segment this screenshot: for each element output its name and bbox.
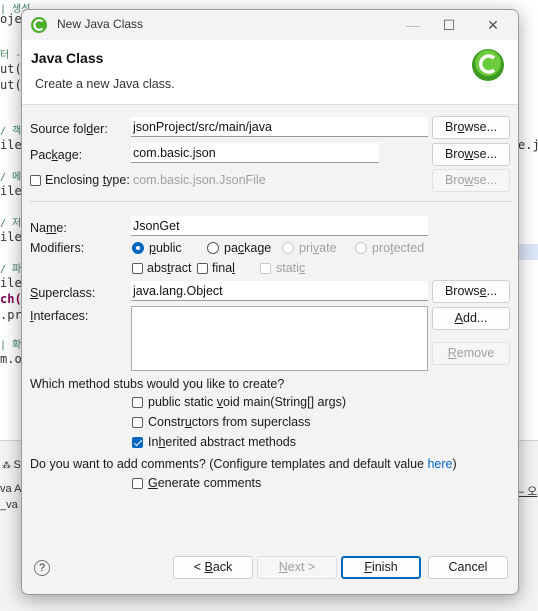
- background-code-line: ch(: [0, 292, 22, 306]
- minimize-icon[interactable]: —: [398, 14, 428, 36]
- interfaces-list[interactable]: [131, 306, 428, 371]
- main-method-checkbox[interactable]: [132, 397, 143, 408]
- inherited-methods-label[interactable]: Inherited abstract methods: [148, 435, 296, 449]
- class-name-input[interactable]: JsonGet: [131, 216, 428, 236]
- help-icon[interactable]: ?: [34, 560, 50, 576]
- background-code-line: / 메: [0, 172, 22, 183]
- final-checkbox[interactable]: [197, 263, 208, 274]
- package-modifier-label[interactable]: package: [224, 241, 271, 255]
- configure-templates-link[interactable]: here: [427, 457, 452, 471]
- background-code-line: ile: [0, 230, 22, 244]
- superclass-browse-button[interactable]: Browse...: [432, 280, 510, 303]
- next-button[interactable]: Next >: [257, 556, 337, 579]
- eclipse-app-icon: [31, 17, 47, 33]
- background-code-line: ile: [0, 138, 22, 152]
- maximize-icon[interactable]: ☐: [434, 14, 464, 36]
- superclass-input[interactable]: java.lang.Object: [131, 281, 428, 301]
- main-method-label[interactable]: public static void main(String[] args): [148, 395, 346, 409]
- constructors-checkbox[interactable]: [132, 417, 143, 428]
- cancel-button[interactable]: Cancel: [428, 556, 508, 579]
- final-label[interactable]: final: [212, 261, 235, 275]
- background-code-line: 터 -: [0, 50, 22, 61]
- background-code-line: m.o: [0, 352, 22, 366]
- add-interface-button[interactable]: Add...: [432, 307, 510, 330]
- protected-radio[interactable]: [355, 242, 367, 254]
- background-code-line: .pr: [0, 308, 22, 322]
- background-code-line: ut(: [0, 78, 22, 92]
- wizard-title: Java Class: [31, 50, 104, 66]
- background-code-line: ut(: [0, 62, 22, 76]
- source-folder-browse-button[interactable]: Browse...: [432, 116, 510, 139]
- enclosing-type-input[interactable]: com.basic.json.JsonFile: [131, 170, 428, 190]
- comments-question: Do you want to add comments? (Configure …: [30, 457, 457, 471]
- source-folder-label: Source folder:: [30, 122, 108, 136]
- source-folder-input[interactable]: jsonProject/src/main/java: [131, 117, 428, 137]
- generate-comments-checkbox[interactable]: [132, 478, 143, 489]
- method-stubs-question: Which method stubs would you like to cre…: [30, 377, 285, 391]
- interfaces-label: Interfaces:: [30, 309, 89, 323]
- private-radio[interactable]: [282, 242, 294, 254]
- abstract-checkbox[interactable]: [132, 263, 143, 274]
- package-label: Package:: [30, 148, 83, 162]
- generate-comments-label[interactable]: Generate comments: [148, 476, 261, 490]
- static-label[interactable]: static: [276, 261, 305, 275]
- package-browse-button[interactable]: Browse...: [432, 143, 510, 166]
- back-button[interactable]: < Back: [173, 556, 253, 579]
- new-class-wizard-icon: [472, 49, 504, 81]
- background-panel-text: _va: [0, 499, 18, 511]
- remove-interface-button[interactable]: Remove: [432, 342, 510, 365]
- abstract-label[interactable]: abstract: [147, 261, 191, 275]
- new-java-class-dialog: New Java Class — ☐ ✕ Java Class Create a…: [21, 9, 519, 595]
- background-code-line: ile: [0, 184, 22, 198]
- background-code-line: / 파: [0, 264, 22, 275]
- background-code-line: ile: [0, 276, 22, 290]
- finish-button[interactable]: Finish: [341, 556, 421, 579]
- background-code-line: / 저: [0, 218, 22, 229]
- modifiers-label: Modifiers:: [30, 241, 85, 255]
- enclosing-type-browse-button[interactable]: Browse...: [432, 169, 510, 192]
- private-label[interactable]: private: [299, 241, 337, 255]
- background-editor-fragment: e.j: [518, 138, 538, 152]
- background-code-line: oje: [0, 12, 22, 26]
- package-input[interactable]: com.basic.json: [131, 143, 379, 163]
- window-title: New Java Class: [57, 17, 144, 31]
- superclass-label: Superclass:: [30, 286, 96, 300]
- background-panel-text: va A: [0, 483, 22, 495]
- title-bar[interactable]: New Java Class — ☐ ✕: [22, 10, 518, 40]
- package-radio[interactable]: [207, 242, 219, 254]
- enclosing-type-checkbox[interactable]: [30, 175, 41, 186]
- background-code-line: / 객: [0, 126, 22, 137]
- background-panel-text: – 오: [518, 486, 538, 498]
- separator: [30, 201, 512, 202]
- wizard-header: Java Class Create a new Java class.: [22, 40, 518, 105]
- inherited-methods-checkbox[interactable]: [132, 437, 143, 448]
- constructors-label[interactable]: Constructors from superclass: [148, 415, 311, 429]
- static-checkbox[interactable]: [260, 263, 271, 274]
- background-code-line: | 확: [0, 340, 22, 351]
- background-highlight: [518, 244, 538, 260]
- protected-label[interactable]: protected: [372, 241, 424, 255]
- name-label: Name:: [30, 221, 67, 235]
- background-panel-tab: ⁂ S: [2, 459, 21, 471]
- close-icon[interactable]: ✕: [478, 14, 508, 36]
- public-label[interactable]: public: [149, 241, 182, 255]
- public-radio[interactable]: [132, 242, 144, 254]
- enclosing-type-label[interactable]: Enclosing type:: [45, 173, 130, 187]
- wizard-description: Create a new Java class.: [35, 77, 175, 91]
